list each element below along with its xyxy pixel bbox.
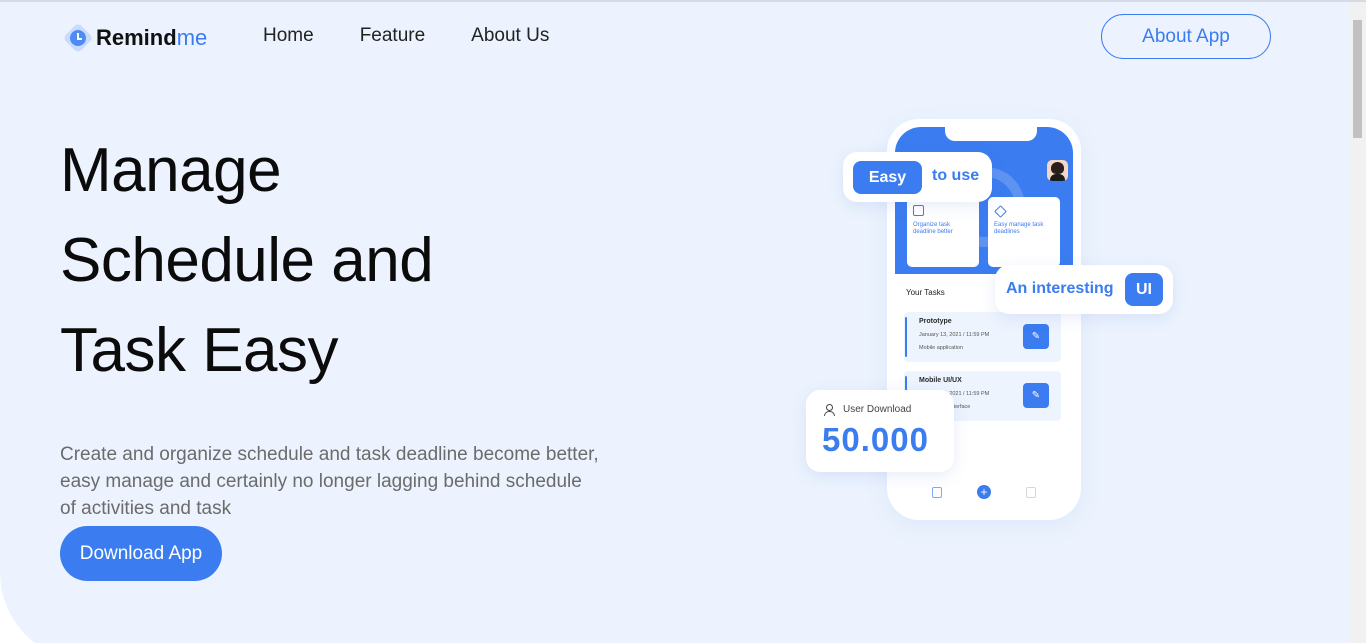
scrollbar-thumb[interactable] [1353, 20, 1362, 138]
user-download-count: 50.000 [822, 421, 929, 458]
main-nav: Home Feature About Us [263, 25, 595, 47]
avatar [1047, 160, 1068, 181]
interesting-ui-badge: An interesting UI [995, 265, 1173, 314]
your-tasks-title: Your Tasks [906, 288, 945, 297]
clipboard-icon[interactable] [932, 486, 943, 498]
clock-logo-icon [62, 22, 94, 54]
hero-description: Create and organize schedule and task de… [60, 444, 599, 519]
task-date: January 13, 2021 / 11:59 PM [919, 332, 990, 338]
download-app-button[interactable]: Download App [60, 526, 222, 581]
nav-home[interactable]: Home [263, 25, 314, 47]
headline-line-3: Task Easy [60, 316, 339, 385]
task-name: Mobile UI/UX [919, 377, 962, 384]
edit-icon[interactable]: ✎ [1023, 324, 1049, 349]
user-download-label: User Download [823, 404, 911, 416]
user-icon [823, 404, 835, 416]
headline-line-1: Manage [60, 136, 282, 205]
edit-icon[interactable]: ✎ [1023, 383, 1049, 408]
feature-card-organize: Organize task deadline better [907, 197, 979, 267]
feature-card-label: Easy manage task deadlines [994, 222, 1044, 235]
phone-notch [945, 127, 1037, 141]
about-app-button[interactable]: About App [1101, 14, 1271, 59]
plus-icon[interactable]: + [976, 485, 991, 499]
task-name: Prototype [919, 318, 952, 325]
calendar-icon [913, 205, 924, 216]
ui-pill: UI [1125, 273, 1163, 306]
easy-rest-text: to use [932, 167, 980, 184]
ui-rest-text: An interesting [1006, 280, 1114, 297]
easy-pill: Easy [853, 161, 922, 194]
easy-to-use-badge: Easy to use [843, 152, 992, 202]
task-item: Prototype January 13, 2021 / 11:59 PM Mo… [904, 312, 1061, 362]
phone-bottom-nav: + [887, 485, 1081, 499]
brand-logo[interactable]: Remindme [62, 22, 207, 54]
nav-about-us[interactable]: About Us [471, 25, 549, 47]
user-download-badge: User Download 50.000 [806, 390, 954, 472]
scrollbar[interactable] [1349, 2, 1366, 643]
calendar-icon[interactable] [1025, 486, 1036, 498]
hero-headline: Manage Schedule and Task Easy [60, 126, 620, 396]
headline-line-2: Schedule and [60, 226, 434, 295]
feature-card-manage: Easy manage task deadlines [988, 197, 1060, 267]
layers-icon [994, 205, 1007, 218]
brand-name: Remindme [96, 25, 208, 50]
nav-feature[interactable]: Feature [360, 25, 425, 47]
landing-page: Remindme Home Feature About Us About App… [0, 0, 1366, 643]
feature-card-label: Organize task deadline better [913, 222, 953, 235]
task-subtitle: Mobile application [919, 345, 964, 351]
